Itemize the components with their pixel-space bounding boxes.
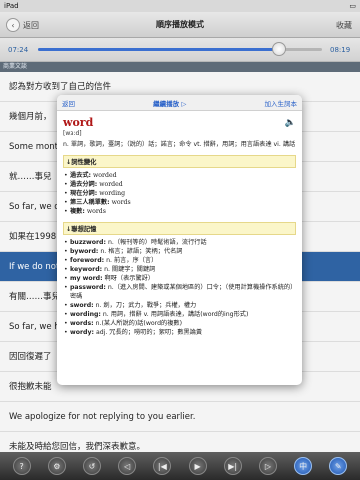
progress-track[interactable] <box>38 42 322 56</box>
carrier-label: iPad <box>4 2 19 10</box>
previous-sentence-icon[interactable]: ◁ <box>118 457 137 475</box>
popover-back-button[interactable]: 返回 <box>62 98 75 108</box>
assoc-item[interactable]: my word: 啊呀（表示驚訝） <box>63 274 296 283</box>
popover-toolbar: 返回 繼續播放 ▷ 加入生詞本 <box>57 95 302 111</box>
chinese-toggle-icon[interactable]: 中 <box>294 457 313 475</box>
playback-progress: 07:24 08:19 <box>0 38 360 62</box>
form-item: 過去分詞: worded <box>63 180 296 189</box>
phonetic: [wɜ:d] <box>63 130 82 137</box>
form-item: 複數: words <box>63 207 296 216</box>
progress-fill <box>38 48 280 51</box>
add-to-wordbook-button[interactable]: 加入生詞本 <box>264 98 297 108</box>
remaining-time: 08:19 <box>330 45 351 54</box>
assoc-item[interactable]: buzzword: n.（報刊等的）時髦術語，流行行話 <box>63 238 296 247</box>
help-icon[interactable]: ? <box>12 457 31 475</box>
assoc-item[interactable]: wordy: adj. 冗長的；嘮叨的；絮叨；數黑論黃 <box>63 328 296 337</box>
battery-icon: ▭ <box>349 2 356 10</box>
nav-bar: ‹ 返回 順序播放模式 收藏 <box>0 12 360 38</box>
forms-header[interactable]: ↓詞性變化 <box>63 155 296 168</box>
forms-list: 過去式: worded 過去分詞: worded 現在分詞: wording 第… <box>63 171 296 216</box>
popover-content: word 🔈 [wɜ:d] n. 單詞，歌詞，臺詞；（說的）話；諾言；命令 vt… <box>57 111 302 342</box>
settings-icon[interactable]: ⚙ <box>47 457 66 475</box>
form-item: 過去式: worded <box>63 171 296 180</box>
assoc-item[interactable]: password: n.（進入房間、建築或某個地區的）口令；（使用計算機操作系統… <box>63 283 296 301</box>
progress-knob[interactable] <box>272 42 287 56</box>
chevron-left-icon: ‹ <box>6 18 20 32</box>
definition: n. 單詞，歌詞，臺詞；（說的）話；諾言；命令 vt. 措辭，用詞；用言語表達 … <box>63 141 296 148</box>
assoc-item[interactable]: keyword: n. 關鍵字；關鍵詞 <box>63 265 296 274</box>
status-bar: iPad ▭ <box>0 0 360 12</box>
form-item: 第三人稱單數: words <box>63 198 296 207</box>
headword: word <box>63 116 94 129</box>
speaker-icon[interactable]: 🔈 <box>285 118 296 128</box>
section-label: 商業文談 <box>0 62 360 72</box>
continue-play-button[interactable]: 繼續播放 ▷ <box>153 98 186 108</box>
form-item: 現在分詞: wording <box>63 189 296 198</box>
elapsed-time: 07:24 <box>8 45 29 54</box>
assoc-item[interactable]: byword: n. 格言；諺語；笑柄；代名詞 <box>63 247 296 256</box>
edit-icon[interactable]: ✎ <box>329 457 348 475</box>
repeat-icon[interactable]: ↺ <box>82 457 101 475</box>
bottom-toolbar: ? ⚙ ↺ ◁ |◀ ▶ ▶| ▷ 中 ✎ <box>0 452 360 480</box>
assoc-item[interactable]: wording: n. 用詞，措辭 v. 用詞語表達，講話(word的ing形式… <box>63 310 296 319</box>
dictionary-popover: 返回 繼續播放 ▷ 加入生詞本 word 🔈 [wɜ:d] n. 單詞，歌詞，臺… <box>57 95 302 385</box>
assoc-list: buzzword: n.（報刊等的）時髦術語，流行行話 byword: n. 格… <box>63 238 296 337</box>
assoc-item[interactable]: sword: n. 劍，刀；武力，戰爭；兵權，權力 <box>63 301 296 310</box>
skip-back-icon[interactable]: |◀ <box>153 457 172 475</box>
back-label: 返回 <box>23 20 39 30</box>
page-title: 順序播放模式 <box>156 20 204 29</box>
play-icon[interactable]: ▶ <box>188 457 207 475</box>
back-button[interactable]: ‹ 返回 <box>6 18 39 32</box>
favorite-button[interactable]: 收藏 <box>336 20 352 31</box>
assoc-header[interactable]: ↓聯想記憶 <box>63 222 296 235</box>
assoc-item[interactable]: foreword: n. 前言，序（言） <box>63 256 296 265</box>
skip-forward-icon[interactable]: ▶| <box>223 457 242 475</box>
next-sentence-icon[interactable]: ▷ <box>258 457 277 475</box>
sentence-line[interactable]: We apologize for not replying to you ear… <box>0 402 360 432</box>
assoc-item[interactable]: words: n.(某人所說的)話(word的複數) <box>63 319 296 328</box>
